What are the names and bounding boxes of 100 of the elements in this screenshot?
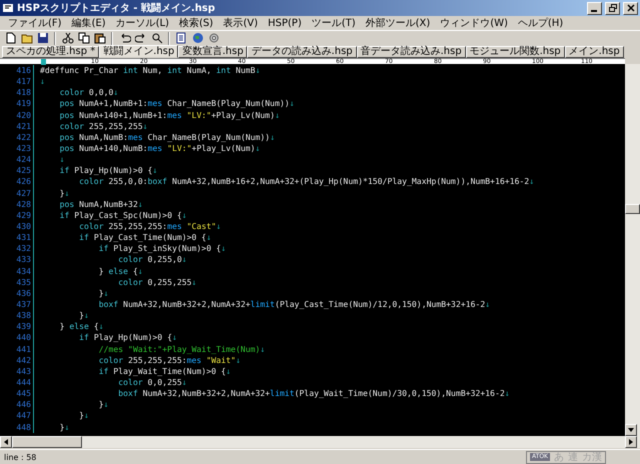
menu-item[interactable]: ヘルプ(H) <box>512 16 568 30</box>
code-line: boxf NumA+32,NumB+32+2,NumA+32+limit(Play_Cast_Time(Num)/12,0,150),NumB+32+16-2↓ <box>98 298 490 310</box>
menu-item[interactable]: 外部ツール(X) <box>360 16 436 30</box>
code-line: if Play_Hp(Num)>0 {↓ <box>58 165 158 176</box>
code-line: pos NumA,NumB:mes Char_NameB(Play_Num(Num))↓ <box>58 132 275 143</box>
menu-item[interactable]: HSP(P) <box>262 18 307 28</box>
menu-item[interactable]: ウィンドウ(W) <box>435 16 513 30</box>
scroll-thumb[interactable] <box>625 204 640 214</box>
save-button[interactable] <box>35 30 50 46</box>
code-line: if Play_Cast_Spc(Num)>0 {↓ <box>58 210 187 221</box>
window-title: HSPスクリプトエディタ - 戦闘メイン.hsp <box>17 1 216 15</box>
code-line: color 255,255,255↓ <box>58 120 148 132</box>
code-line: pos NumA+1,NumB+1:mes Char_NameB(Play_Num(Num))↓ <box>58 98 294 110</box>
redo-icon <box>134 32 146 44</box>
restore-icon <box>608 4 616 12</box>
menu-item[interactable]: 編集(E) <box>66 16 111 30</box>
left-arrow-icon <box>4 439 8 445</box>
save-icon <box>36 32 48 44</box>
line-number: 418 <box>0 87 34 98</box>
line-number: 422 <box>0 132 34 143</box>
copy-button[interactable] <box>76 30 91 46</box>
scroll-thumb[interactable] <box>12 436 82 448</box>
file-tab[interactable]: スペカの処理.hsp * <box>2 46 100 58</box>
minimize-button[interactable] <box>587 2 602 14</box>
line-number: 433 <box>0 254 34 266</box>
line-number: 445 <box>0 388 34 400</box>
undo-icon <box>118 32 130 44</box>
paste-icon <box>94 32 106 44</box>
globe-icon <box>192 32 204 44</box>
vertical-scrollbar[interactable] <box>625 64 640 448</box>
code-line: #deffunc Pr_Char int Num, int NumA, int NumB↓ <box>39 65 260 76</box>
line-number: 431 <box>0 232 34 244</box>
line-number: 423 <box>0 142 34 154</box>
menu-item[interactable]: カーソル(L) <box>110 16 174 30</box>
code-line: if Play_Hp(Num)>0 {↓ <box>78 332 177 344</box>
file-tab[interactable]: 戦闘メイン.hsp <box>99 45 178 58</box>
line-number: 432 <box>0 243 34 254</box>
line-number: 421 <box>0 120 34 132</box>
code-line: ↓ <box>58 154 64 166</box>
code-line: }↓ <box>98 288 108 299</box>
scroll-down-button[interactable] <box>625 424 637 436</box>
search-icon <box>150 32 162 44</box>
code-line: color 0,255,0↓ <box>117 254 187 266</box>
line-number: 438 <box>0 310 34 322</box>
menu-item[interactable]: ファイル(F) <box>3 16 67 30</box>
line-number: 428 <box>0 198 34 210</box>
line-number: 416 <box>0 65 34 76</box>
line-number: 417 <box>0 76 34 88</box>
line-number: 435 <box>0 276 34 288</box>
line-number: 437 <box>0 298 34 310</box>
file-tab[interactable]: モジュール関数.hsp <box>466 46 565 58</box>
code-line: pos NumA,NumB+32↓ <box>58 198 143 210</box>
line-number: 442 <box>0 354 34 366</box>
code-line: }↓ <box>78 310 89 322</box>
scroll-left-button[interactable] <box>0 436 12 448</box>
app-icon <box>2 2 14 14</box>
code-line: boxf NumA+32,NumB+32+2,NumA+32+limit(Play_Wait_Time(Num)/30,0,150),NumB+32+16-2↓ <box>117 388 510 400</box>
text-cursor-marker <box>41 59 46 65</box>
line-number: 446 <box>0 399 34 410</box>
code-line: if Play_Wait_Time(Num)>0 {↓ <box>98 366 231 377</box>
menu-item[interactable]: 表示(V) <box>218 16 263 30</box>
file-tab[interactable]: メイン.hsp <box>564 46 624 58</box>
line-number: 425 <box>0 165 34 176</box>
code-line: }↓ <box>58 422 70 433</box>
menu-item[interactable]: 検索(S) <box>174 16 218 30</box>
restore-button[interactable] <box>605 2 620 14</box>
horizontal-scrollbar[interactable] <box>0 436 625 448</box>
code-line: color 0,0,255↓ <box>117 376 187 388</box>
globe-button[interactable] <box>190 30 205 46</box>
code-line: ↓ <box>39 76 45 88</box>
line-number: 434 <box>0 266 34 277</box>
line-number: 441 <box>0 344 34 355</box>
code-line: color 0,255,255↓ <box>117 276 197 288</box>
code-line: pos NumA+140,NumB:mes "LV:"+Play_Lv(Num)↓ <box>58 142 260 154</box>
file-tab[interactable]: 変数宣言.hsp <box>178 46 248 58</box>
line-number: 439 <box>0 321 34 332</box>
folder-icon <box>20 32 32 44</box>
line-number: 444 <box>0 376 34 388</box>
line-number: 440 <box>0 332 34 344</box>
line-number: 427 <box>0 188 34 199</box>
code-editor[interactable] <box>0 64 625 436</box>
line-number: 447 <box>0 410 34 422</box>
code-line: }↓ <box>58 188 70 199</box>
code-line: } else {↓ <box>58 321 104 332</box>
scroll-right-button[interactable] <box>625 436 637 448</box>
paste-button[interactable] <box>92 30 107 46</box>
file-tab[interactable]: データの読み込み.hsp <box>247 46 356 58</box>
code-line: pos NumA+140+1,NumB+1:mes "LV:"+Play_Lv(Num)↓ <box>58 110 280 121</box>
line-number: 426 <box>0 176 34 188</box>
status-text: line : 58 <box>4 452 38 462</box>
right-arrow-icon <box>629 439 633 445</box>
file-tab[interactable]: 音データ読み込み.hsp <box>356 46 466 58</box>
code-line: } else {↓ <box>98 266 143 277</box>
scissors-icon <box>62 32 74 44</box>
line-number: 448 <box>0 422 34 433</box>
code-line: }↓ <box>98 399 108 410</box>
close-button[interactable] <box>623 2 638 14</box>
close-icon <box>626 4 634 12</box>
menu-item[interactable]: ツール(T) <box>306 16 361 30</box>
cut-button[interactable] <box>60 30 75 46</box>
